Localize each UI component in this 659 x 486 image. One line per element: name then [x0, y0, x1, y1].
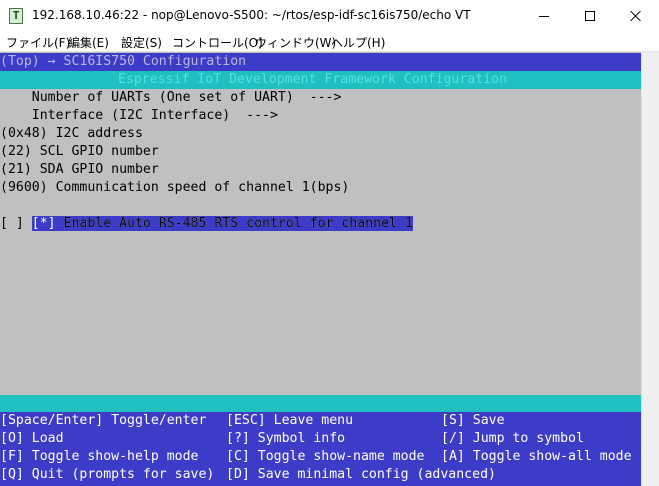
menu-window[interactable]: ウィンドウ(W) — [255, 34, 336, 51]
footer-leave-menu: [ESC] Leave menu — [226, 413, 354, 428]
menu-entry-interface[interactable]: Interface (I2C Interface) ---> — [0, 107, 641, 125]
close-icon — [630, 10, 642, 22]
footer-save-minimal: [D] Save minimal config (advanced) — [226, 467, 496, 482]
footer-separator — [0, 395, 641, 412]
menu-entry-scl-gpio[interactable]: (22) SCL GPIO number — [0, 143, 641, 161]
footer-row-1: [Space/Enter] Toggle/enter [ESC] Leave m… — [0, 412, 641, 430]
footer-show-all: [A] Toggle show-all mode — [441, 449, 632, 464]
window-title: 192.168.10.46:22 - nop@Lenovo-S500: ~/rt… — [32, 8, 471, 22]
footer-row-2: [O] Load [?] Symbol info [/] Jump to sym… — [0, 430, 641, 448]
menu-bar: ファイル(F) 編集(E) 設定(S) コントロール(O) ウィンドウ(W) ヘ… — [0, 32, 659, 52]
footer-quit: [Q] Quit (prompts for save) — [0, 467, 215, 482]
teraterm-icon[interactable]: T — [9, 8, 23, 24]
terminal-scrollbar[interactable] — [641, 52, 659, 486]
footer-row-3: [F] Toggle show-help mode [C] Toggle sho… — [0, 448, 641, 466]
footer-show-help: [F] Toggle show-help mode — [0, 449, 199, 464]
menu-control[interactable]: コントロール(O) — [172, 34, 263, 51]
menu-entry-comm-speed[interactable]: (9600) Communication speed of channel 1(… — [0, 179, 641, 197]
banner-title: Espressif IoT Development Framework Conf… — [0, 71, 641, 89]
menu-entry-rs485-selected[interactable]: [*] Enable Auto RS-485 RTS control for c… — [0, 197, 641, 231]
menu-help[interactable]: ヘルプ(H) — [331, 34, 385, 51]
menu-edit[interactable]: 編集(E) — [68, 34, 109, 51]
footer-jump-to-symbol: [/] Jump to symbol — [441, 431, 584, 446]
breadcrumb: (Top) → SC16IS750 Configuration — [0, 53, 641, 71]
maximize-icon — [585, 11, 595, 21]
menu-entry-rs485[interactable]: [ ] Enable Auto RS-485 RTS control for c… — [0, 215, 641, 233]
menu-entry-number-of-uarts[interactable]: Number of UARTs (One set of UART) ---> — [0, 89, 641, 107]
maximize-button[interactable] — [567, 0, 613, 32]
footer-toggle-enter: [Space/Enter] Toggle/enter — [0, 413, 207, 428]
title-bar: T 192.168.10.46:22 - nop@Lenovo-S500: ~/… — [0, 0, 659, 32]
minimize-icon — [539, 15, 549, 17]
menu-entry-i2c-address[interactable]: (0x48) I2C address — [0, 125, 641, 143]
footer-symbol-info: [?] Symbol info — [226, 431, 346, 446]
terminal-screen[interactable]: (Top) → SC16IS750 Configuration Espressi… — [0, 52, 641, 486]
minimize-button[interactable] — [521, 0, 567, 32]
footer-load: [O] Load — [0, 431, 64, 446]
menu-file[interactable]: ファイル(F) — [6, 34, 70, 51]
footer-save: [S] Save — [441, 413, 505, 428]
footer-row-4: [Q] Quit (prompts for save) [D] Save min… — [0, 466, 641, 486]
close-button[interactable] — [613, 0, 659, 32]
menu-entry-sda-gpio[interactable]: (21) SDA GPIO number — [0, 161, 641, 179]
menu-settings[interactable]: 設定(S) — [121, 34, 162, 51]
footer-show-name: [C] Toggle show-name mode — [226, 449, 425, 464]
